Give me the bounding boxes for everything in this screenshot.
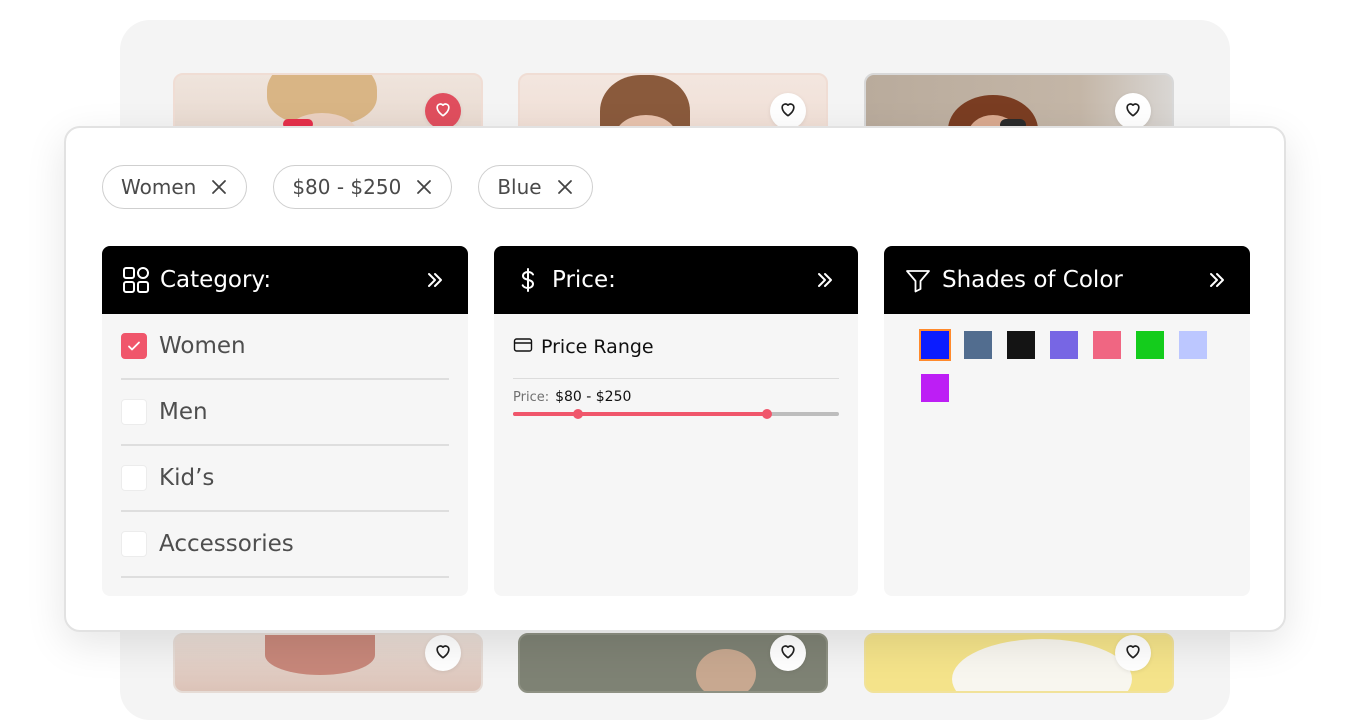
chip-label: Women [121,175,197,199]
color-swatches [884,314,1250,402]
checkbox-women[interactable] [121,333,147,359]
checkbox-kids[interactable] [121,465,147,491]
filter-icon [904,266,932,294]
slider-handle-max[interactable] [762,409,773,419]
close-icon[interactable] [415,178,433,196]
color-title: Shades of Color [942,267,1123,293]
active-filter-chips: Women $80 - $250 Blue [102,165,593,209]
list-item[interactable]: Accessories [121,512,449,578]
price-range-title: Price Range [541,336,654,358]
chip-label: Blue [497,175,542,199]
color-swatch[interactable] [1136,331,1164,359]
category-label: Men [159,399,208,425]
price-filter: Price: Price Range Price: $80 - $250 [494,246,858,596]
filter-panel: Women $80 - $250 Blue Category: Women Me… [64,126,1286,632]
price-range-slider[interactable] [513,407,839,421]
price-header: Price: [494,246,858,314]
chip-label: $80 - $250 [292,175,402,199]
price-value: $80 - $250 [555,389,632,405]
list-item[interactable]: Kid’s [121,446,449,512]
list-item[interactable]: Women [121,314,449,380]
price-range-heading: Price Range [513,334,839,360]
color-swatch[interactable] [964,331,992,359]
filter-chip-blue[interactable]: Blue [478,165,593,209]
slider-handle-min[interactable] [573,409,584,419]
checkbox-men[interactable] [121,399,147,425]
category-list: Women Men Kid’s Accessories [102,314,468,578]
category-header: Category: [102,246,468,314]
category-title: Category: [160,267,272,293]
price-title: Price: [552,267,616,293]
color-header: Shades of Color [884,246,1250,314]
price-caption: Price: [513,390,550,405]
slider-fill [513,412,768,416]
color-swatch[interactable] [1050,331,1078,359]
heart-icon [433,99,453,123]
heart-icon [1123,99,1143,123]
favorite-button[interactable] [1115,93,1151,129]
color-swatch[interactable] [919,329,951,361]
chevrons-right-icon[interactable] [424,269,446,291]
favorite-button[interactable] [770,93,806,129]
heart-icon [778,99,798,123]
color-swatch[interactable] [1007,331,1035,359]
category-label: Accessories [159,531,294,557]
filter-chip-price[interactable]: $80 - $250 [273,165,453,209]
checkmark-icon [128,341,140,351]
color-swatch[interactable] [1093,331,1121,359]
divider [513,378,839,379]
credit-card-icon [513,335,533,359]
heart-icon [1123,641,1143,665]
checkbox-accessories[interactable] [121,531,147,557]
close-icon[interactable] [210,178,228,196]
color-swatch[interactable] [921,374,949,402]
favorite-button[interactable] [425,93,461,129]
price-readout: Price: $80 - $250 [513,389,839,405]
list-item[interactable]: Men [121,380,449,446]
favorite-button[interactable] [425,635,461,671]
close-icon[interactable] [556,178,574,196]
favorite-button[interactable] [770,635,806,671]
color-swatch[interactable] [1179,331,1207,359]
heart-icon [778,641,798,665]
color-filter: Shades of Color [884,246,1250,596]
filter-chip-women[interactable]: Women [102,165,248,209]
chevrons-right-icon[interactable] [814,269,836,291]
favorite-button[interactable] [1115,635,1151,671]
chevrons-right-icon[interactable] [1206,269,1228,291]
price-body: Price Range Price: $80 - $250 [494,314,858,421]
grid-icon [122,266,150,294]
category-label: Kid’s [159,465,215,491]
heart-icon [433,641,453,665]
category-label: Women [159,333,246,359]
category-filter: Category: Women Men Kid’s Accessories [102,246,468,596]
dollar-icon [514,266,542,294]
